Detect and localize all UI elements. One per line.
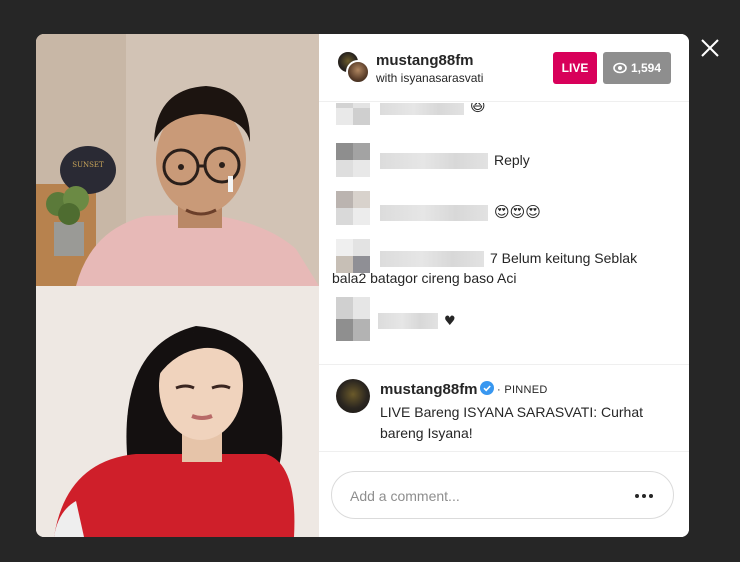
comment-text: 😍😍😍 xyxy=(380,203,541,222)
comment-emoji: 😍😍😍 xyxy=(494,203,541,221)
comment-emoji: 😆 xyxy=(470,103,486,115)
host-video-feed: SUNSET xyxy=(36,34,319,286)
guest-video-image xyxy=(36,286,319,537)
pinned-tag: · PINNED xyxy=(497,384,548,396)
guest-avatar xyxy=(346,60,370,84)
comment-avatar[interactable] xyxy=(336,103,370,125)
pinned-text: LIVE Bareng ISYANA SARASVATI: Curhat bar… xyxy=(380,404,644,441)
pinned-username[interactable]: mustang88fm xyxy=(380,381,478,398)
comment-text: Reply xyxy=(380,151,530,170)
pinned-avatar[interactable] xyxy=(336,379,370,413)
live-modal: SUNSET mustang88fm with isyanasarasvati … xyxy=(36,34,689,537)
heart-icon: ♥ xyxy=(444,314,456,329)
comment-text-continued: bala2 batagor cireng baso Aci xyxy=(332,270,517,286)
blurred-username xyxy=(378,313,438,330)
host-username[interactable]: mustang88fm xyxy=(376,52,474,69)
more-horizontal-icon xyxy=(635,494,653,498)
comment-avatar[interactable] xyxy=(336,191,370,225)
blurred-username xyxy=(380,205,488,222)
comment-text: 😆 xyxy=(380,103,486,116)
close-button[interactable] xyxy=(696,34,724,62)
comment-text: ♥ xyxy=(378,311,456,331)
viewer-count: 1,594 xyxy=(630,61,662,75)
comment-input[interactable] xyxy=(350,484,610,508)
comment-text: 7 Belum keitung Seblak xyxy=(380,249,637,268)
divider xyxy=(319,451,689,452)
more-options-button[interactable] xyxy=(629,486,659,506)
close-icon xyxy=(701,39,719,57)
comment-avatar[interactable] xyxy=(336,239,370,273)
live-video[interactable]: SUNSET xyxy=(36,34,319,537)
blurred-username xyxy=(380,103,464,116)
comment-composer xyxy=(331,471,674,519)
comment-body: 7 Belum keitung Seblak xyxy=(490,250,638,266)
host-video-image: SUNSET xyxy=(36,34,319,286)
live-header: mustang88fm with isyanasarasvati LIVE 1,… xyxy=(319,34,689,102)
blurred-username xyxy=(380,251,484,268)
pinned-comment: mustang88fm · PINNED LIVE Bareng ISYANA … xyxy=(319,365,689,451)
guest-label[interactable]: with isyanasarasvati xyxy=(376,71,483,85)
comment-avatar[interactable] xyxy=(336,143,370,177)
comment-list[interactable]: 😆 Reply 😍😍😍 7 Belum keitung Seblak bala2… xyxy=(319,103,689,365)
comment-body[interactable]: Reply xyxy=(494,152,530,168)
viewer-count-badge: 1,594 xyxy=(603,52,671,84)
guest-video-feed xyxy=(36,286,319,537)
verified-badge-icon xyxy=(480,381,494,395)
avatar-stack[interactable] xyxy=(336,50,372,86)
live-side-panel: mustang88fm with isyanasarasvati LIVE 1,… xyxy=(319,34,689,537)
svg-text:SUNSET: SUNSET xyxy=(72,161,104,169)
live-badge: LIVE xyxy=(553,52,597,84)
blurred-username xyxy=(380,153,488,170)
eye-icon xyxy=(613,62,627,74)
comment-avatar[interactable] xyxy=(336,297,370,341)
